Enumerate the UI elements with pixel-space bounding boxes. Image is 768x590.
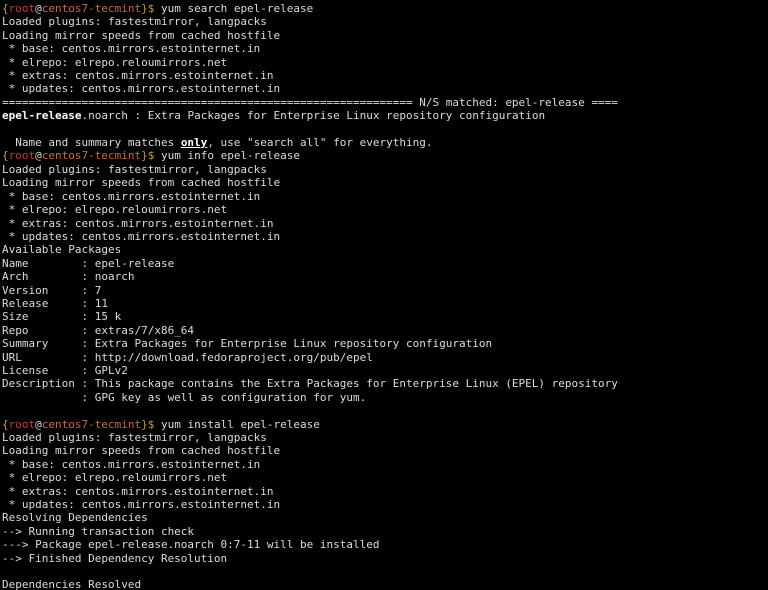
output-line: Resolving Dependencies <box>2 511 148 524</box>
command-text: yum search epel-release <box>161 2 313 15</box>
search-result: epel-release.noarch : Extra Packages for… <box>2 109 545 122</box>
info-release: Release : 11 <box>2 297 108 310</box>
info-repo: Repo : extras/7/x86_64 <box>2 324 194 337</box>
terminal-output[interactable]: {root@centos7-tecmint}$ yum search epel-… <box>0 0 768 590</box>
prompt-host: centos7-tecmint <box>42 2 141 15</box>
prompt-at: @ <box>35 418 42 431</box>
output-line: Loading mirror speeds from cached hostfi… <box>2 176 280 189</box>
pkg-name: epel-release <box>2 109 81 122</box>
output-line: * base: centos.mirrors.estointernet.in <box>2 190 260 203</box>
info-arch: Arch : noarch <box>2 270 134 283</box>
info-description: : GPG key as well as configuration for y… <box>2 391 366 404</box>
hint-text: Name and summary matches <box>2 136 181 149</box>
output-line: Available Packages <box>2 243 121 256</box>
output-line: Loading mirror speeds from cached hostfi… <box>2 29 280 42</box>
prompt-host: centos7-tecmint <box>42 149 141 162</box>
output-line: --> Running transaction check <box>2 525 194 538</box>
output-line: * extras: centos.mirrors.estointernet.in <box>2 69 274 82</box>
output-line: --> Finished Dependency Resolution <box>2 552 227 565</box>
output-line: * elrepo: elrepo.reloumirrors.net <box>2 56 227 69</box>
info-version: Version : 7 <box>2 284 101 297</box>
prompt-line: {root@centos7-tecmint}$ yum install epel… <box>2 418 320 431</box>
prompt-user: root <box>9 149 36 162</box>
output-line: * base: centos.mirrors.estointernet.in <box>2 458 260 471</box>
command-text: yum install epel-release <box>161 418 320 431</box>
output-line: * base: centos.mirrors.estointernet.in <box>2 42 260 55</box>
brace-icon: { <box>2 2 9 15</box>
hint-only: only <box>181 136 208 149</box>
info-license: License : GPLv2 <box>2 364 128 377</box>
output-line: * extras: centos.mirrors.estointernet.in <box>2 217 274 230</box>
info-name: Name : epel-release <box>2 257 174 270</box>
brace-icon: } <box>141 149 148 162</box>
output-line: * extras: centos.mirrors.estointernet.in <box>2 485 274 498</box>
output-line: * updates: centos.mirrors.estointernet.i… <box>2 498 280 511</box>
dollar-icon: $ <box>148 2 161 15</box>
output-separator: ========================================… <box>2 96 618 109</box>
hint-text: , use "search all" for everything. <box>207 136 432 149</box>
output-line: Loaded plugins: fastestmirror, langpacks <box>2 163 267 176</box>
prompt-line: {root@centos7-tecmint}$ yum info epel-re… <box>2 149 300 162</box>
output-line: ---> Package epel-release.noarch 0:7-11 … <box>2 538 380 551</box>
dollar-icon: $ <box>148 149 161 162</box>
pkg-desc: .noarch : Extra Packages for Enterprise … <box>81 109 545 122</box>
prompt-line: {root@centos7-tecmint}$ yum search epel-… <box>2 2 313 15</box>
brace-icon: } <box>141 2 148 15</box>
output-line: Loaded plugins: fastestmirror, langpacks <box>2 15 267 28</box>
command-text: yum info epel-release <box>161 149 300 162</box>
dollar-icon: $ <box>148 418 161 431</box>
prompt-user: root <box>9 418 36 431</box>
output-line: * updates: centos.mirrors.estointernet.i… <box>2 82 280 95</box>
prompt-at: @ <box>35 2 42 15</box>
brace-icon: } <box>141 418 148 431</box>
info-description: Description : This package contains the … <box>2 377 618 390</box>
output-line: * elrepo: elrepo.reloumirrors.net <box>2 471 227 484</box>
info-summary: Summary : Extra Packages for Enterprise … <box>2 337 492 350</box>
brace-icon: { <box>2 149 9 162</box>
brace-icon: { <box>2 418 9 431</box>
output-line: * elrepo: elrepo.reloumirrors.net <box>2 203 227 216</box>
prompt-host: centos7-tecmint <box>42 418 141 431</box>
search-hint: Name and summary matches only, use "sear… <box>2 136 432 149</box>
prompt-at: @ <box>35 149 42 162</box>
output-line: Loading mirror speeds from cached hostfi… <box>2 444 280 457</box>
output-line: * updates: centos.mirrors.estointernet.i… <box>2 230 280 243</box>
info-size: Size : 15 k <box>2 310 121 323</box>
output-line: Loaded plugins: fastestmirror, langpacks <box>2 431 267 444</box>
prompt-user: root <box>9 2 36 15</box>
info-url: URL : http://download.fedoraproject.org/… <box>2 351 373 364</box>
output-line: Dependencies Resolved <box>2 578 141 590</box>
